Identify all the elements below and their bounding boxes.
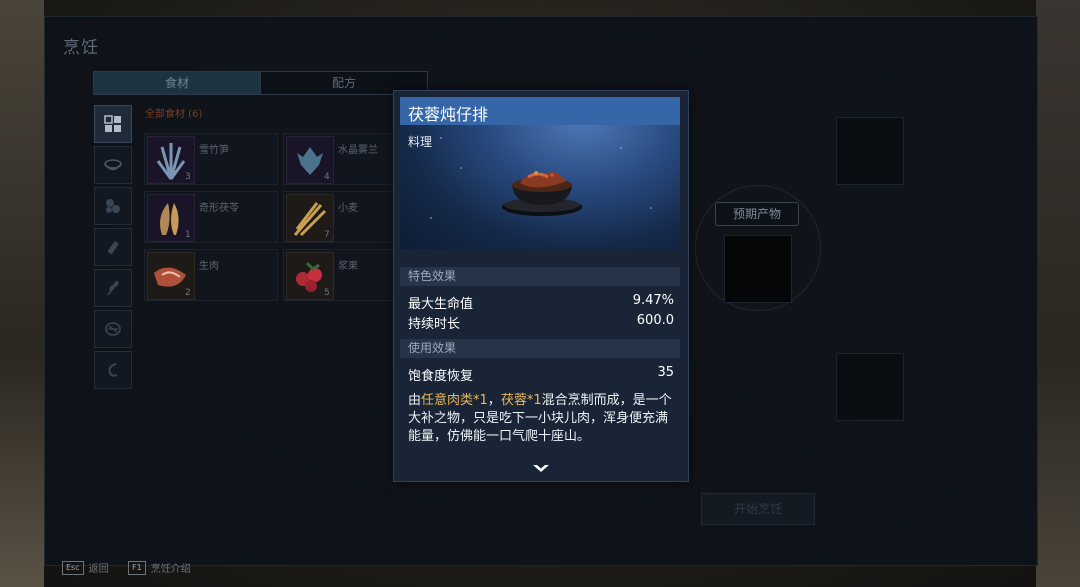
- tooltip-header: 茯蓉炖仔排 料理: [400, 97, 680, 249]
- wheat-icon: [107, 280, 119, 296]
- output-slot: [724, 235, 792, 303]
- stat-label: 持续时长: [408, 317, 461, 332]
- desc-text: 由: [408, 393, 422, 408]
- ingredient-name: 浆果: [338, 261, 358, 272]
- bowl-icon: [104, 159, 122, 171]
- tab-ingredients[interactable]: 食材: [93, 71, 261, 95]
- category-seafood-button[interactable]: [94, 351, 132, 389]
- category-shell-button[interactable]: [94, 310, 132, 348]
- ingredient-card[interactable]: 生肉 2: [144, 249, 278, 301]
- fruit-icon: [106, 199, 120, 213]
- ingredient-name: 生肉: [199, 261, 219, 272]
- ingredient-qty: 7: [324, 230, 330, 240]
- item-type: 料理: [408, 135, 433, 149]
- item-tooltip: 茯蓉炖仔排 料理 特色效果 最大生命值 9.47% 持续时长 600.0 使用效…: [393, 90, 689, 482]
- sparkle: [440, 137, 442, 139]
- expected-output-label: 预期产物: [715, 202, 799, 226]
- shell-icon: [105, 322, 121, 336]
- stat-row: 饱食度恢复 35: [408, 365, 674, 384]
- filter-label: 全部食材 (6): [145, 109, 203, 120]
- stat-value: 600.0: [636, 313, 674, 328]
- ingredient-name: 水晶雾兰: [338, 145, 378, 156]
- game-screen: 烹饪 食材 配方 全部食材 (6) 雪竹笋 3 水晶雾兰 4 奇形茯苓 1 小麦…: [0, 0, 1080, 587]
- category-grain-button[interactable]: [94, 269, 132, 307]
- chevron-down-icon[interactable]: [532, 464, 550, 474]
- ingredient-name: 雪竹笋: [199, 145, 229, 156]
- category-fruit-button[interactable]: [94, 187, 132, 225]
- f1-key: F1: [128, 560, 146, 575]
- category-seasoning-button[interactable]: [94, 228, 132, 266]
- ingredient-qty: 5: [324, 288, 330, 298]
- panel-title: 烹饪: [63, 38, 99, 58]
- stat-row: 持续时长 600.0: [408, 313, 674, 332]
- use-effects-header: 使用效果: [400, 339, 680, 358]
- stat-value: 9.47%: [632, 293, 674, 308]
- help-hint[interactable]: F1 烹饪介绍: [128, 560, 191, 575]
- ingredient-card[interactable]: 雪竹笋 3: [144, 133, 278, 185]
- ingredient-qty: 2: [185, 288, 191, 298]
- dish-icon: [502, 171, 582, 216]
- stat-label: 最大生命值: [408, 297, 474, 312]
- item-name: 茯蓉炖仔排: [408, 105, 489, 124]
- shrimp-icon: [108, 363, 118, 377]
- stat-value: 35: [657, 365, 674, 380]
- ingredient-qty: 1: [185, 230, 191, 240]
- desc-highlight: 茯蓉*1: [500, 393, 542, 408]
- desc-text: ，: [487, 393, 501, 408]
- ingredient-card[interactable]: 奇形茯苓 1: [144, 191, 278, 243]
- back-hint[interactable]: Esc 返回: [62, 560, 109, 575]
- background-wall-right: [1036, 0, 1080, 587]
- tooltip-name-bar: 茯蓉炖仔排: [400, 97, 680, 125]
- stat-row: 最大生命值 9.47%: [408, 293, 674, 312]
- special-effects-header: 特色效果: [400, 267, 680, 286]
- sparkle: [650, 207, 652, 209]
- help-label: 烹饪介绍: [150, 564, 191, 575]
- start-cooking-button[interactable]: 开始烹饪: [701, 493, 815, 525]
- sparkle: [460, 167, 462, 169]
- stat-label: 饱食度恢复: [408, 369, 474, 384]
- sparkle: [430, 217, 432, 219]
- background-wall-left: [0, 0, 44, 587]
- grid-icon: [104, 115, 121, 132]
- ingredient-slot-bottom[interactable]: [836, 353, 904, 421]
- sparkle: [620, 147, 622, 149]
- ingredient-qty: 3: [185, 172, 191, 182]
- category-all-button[interactable]: [94, 105, 132, 143]
- esc-key: Esc: [62, 560, 84, 575]
- ingredient-name: 奇形茯苓: [199, 203, 239, 214]
- desc-highlight: 任意肉类*1: [421, 393, 488, 408]
- ingredient-name: 小麦: [338, 203, 358, 214]
- category-bowl-button[interactable]: [94, 146, 132, 184]
- ingredient-slot-top[interactable]: [836, 117, 904, 185]
- item-description: 由任意肉类*1，茯蓉*1混合烹制而成，是一个大补之物，只是吃下一小块儿肉，浑身便…: [408, 392, 680, 446]
- back-label: 返回: [88, 564, 109, 575]
- ingredient-qty: 4: [324, 172, 330, 182]
- seasoning-icon: [107, 241, 119, 255]
